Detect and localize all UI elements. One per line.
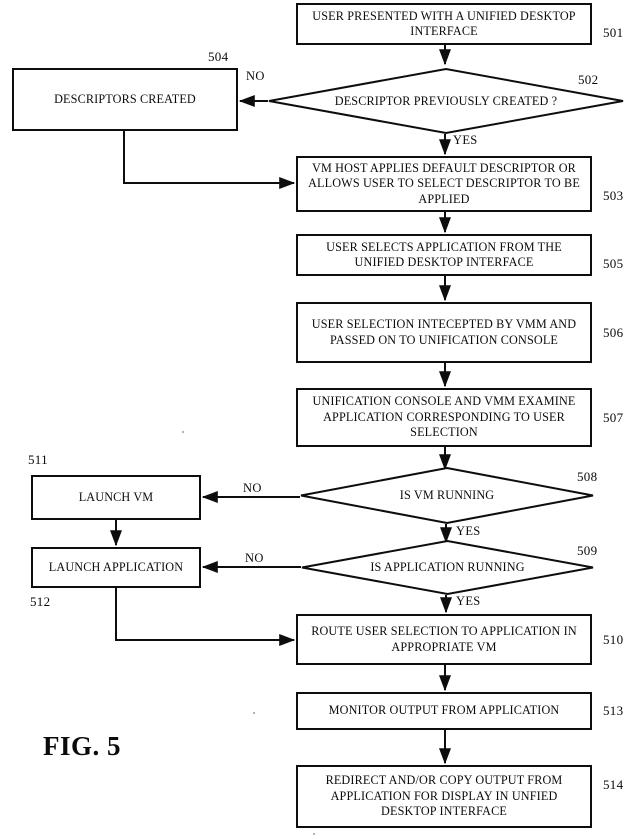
node-506-label: USER SELECTION INTECEPTED BY VMM AND PAS… <box>311 317 577 347</box>
scan-speck <box>313 833 315 835</box>
node-510-route-user-selection: ROUTE USER SELECTION TO APPLICATION IN A… <box>296 614 592 665</box>
node-509-is-application-running: IS APPLICATION RUNNING <box>301 539 594 596</box>
node-502-label: DESCRIPTOR PREVIOUSLY CREATED ? <box>334 93 558 108</box>
node-514-label: REDIRECT AND/OR COPY OUTPUT FROM APPLICA… <box>325 773 563 819</box>
ref-numeral-501: 501 <box>603 25 624 40</box>
ref-numeral-510: 510 <box>603 632 624 647</box>
node-503-vm-host-applies-descriptor: VM HOST APPLIES DEFAULT DESCRIPTOR OR AL… <box>296 156 592 212</box>
branch-label-508-no: NO <box>243 481 262 495</box>
node-504-label: DESCRIPTORS CREATED <box>54 91 196 106</box>
node-507-unification-console-examines-application: UNIFICATION CONSOLE AND VMM EXAMINE APPL… <box>296 388 592 447</box>
ref-numeral-507: 507 <box>603 410 624 425</box>
ref-numeral-512: 512 <box>30 594 51 609</box>
node-514-redirect-copy-output: REDIRECT AND/OR COPY OUTPUT FROM APPLICA… <box>296 765 592 828</box>
scan-speck <box>182 431 184 433</box>
ref-numeral-513: 513 <box>603 703 624 718</box>
node-509-label: IS APPLICATION RUNNING <box>370 560 525 574</box>
ref-numeral-505: 505 <box>603 256 624 271</box>
node-505-user-selects-application: USER SELECTS APPLICATION FROM THE UNIFIE… <box>296 234 592 276</box>
ref-numeral-504: 504 <box>208 49 229 64</box>
node-511-launch-vm: LAUNCH VM <box>31 475 201 520</box>
node-508-label: IS VM RUNNING <box>399 488 495 502</box>
scan-speck <box>253 712 255 714</box>
ref-numeral-511: 511 <box>28 452 48 467</box>
ref-numeral-503: 503 <box>603 188 624 203</box>
branch-label-509-yes: YES <box>456 594 481 608</box>
node-511-label: LAUNCH VM <box>78 489 154 504</box>
figure-caption: FIG. 5 <box>43 731 122 761</box>
ref-numeral-508: 508 <box>577 469 598 484</box>
node-510-label: ROUTE USER SELECTION TO APPLICATION IN A… <box>311 624 577 654</box>
ref-numeral-506: 506 <box>603 325 624 340</box>
branch-label-509-no: NO <box>245 551 264 565</box>
ref-numeral-509: 509 <box>577 543 598 558</box>
branch-label-502-no: NO <box>246 69 265 83</box>
patent-figure-page: USER PRESENTED WITH A UNIFIED DESKTOP IN… <box>0 0 634 839</box>
ref-numeral-502: 502 <box>578 72 599 87</box>
node-508-is-vm-running: IS VM RUNNING <box>300 466 594 525</box>
node-504-descriptors-created: DESCRIPTORS CREATED <box>12 68 238 131</box>
node-502-descriptor-previously-created: DESCRIPTOR PREVIOUSLY CREATED ? <box>268 67 624 135</box>
node-513-monitor-output: MONITOR OUTPUT FROM APPLICATION <box>296 692 592 730</box>
node-503-label: VM HOST APPLIES DEFAULT DESCRIPTOR OR AL… <box>308 160 580 206</box>
node-501-user-presented-unified-desktop: USER PRESENTED WITH A UNIFIED DESKTOP IN… <box>296 3 592 45</box>
node-506-user-selection-intercepted-by-vmm: USER SELECTION INTECEPTED BY VMM AND PAS… <box>296 302 592 363</box>
edge-512-to-510 <box>115 588 296 646</box>
node-512-label: LAUNCH APPLICATION <box>48 559 184 574</box>
branch-label-502-yes: YES <box>453 133 478 147</box>
branch-label-508-yes: YES <box>456 524 481 538</box>
ref-numeral-514: 514 <box>603 777 624 792</box>
edge-504-to-503 <box>123 131 296 189</box>
node-512-launch-application: LAUNCH APPLICATION <box>31 547 201 588</box>
node-507-label: UNIFICATION CONSOLE AND VMM EXAMINE APPL… <box>312 394 576 440</box>
node-501-label: USER PRESENTED WITH A UNIFIED DESKTOP IN… <box>312 8 576 39</box>
node-513-label: MONITOR OUTPUT FROM APPLICATION <box>328 703 560 718</box>
node-505-label: USER SELECTS APPLICATION FROM THE UNIFIE… <box>326 239 562 270</box>
